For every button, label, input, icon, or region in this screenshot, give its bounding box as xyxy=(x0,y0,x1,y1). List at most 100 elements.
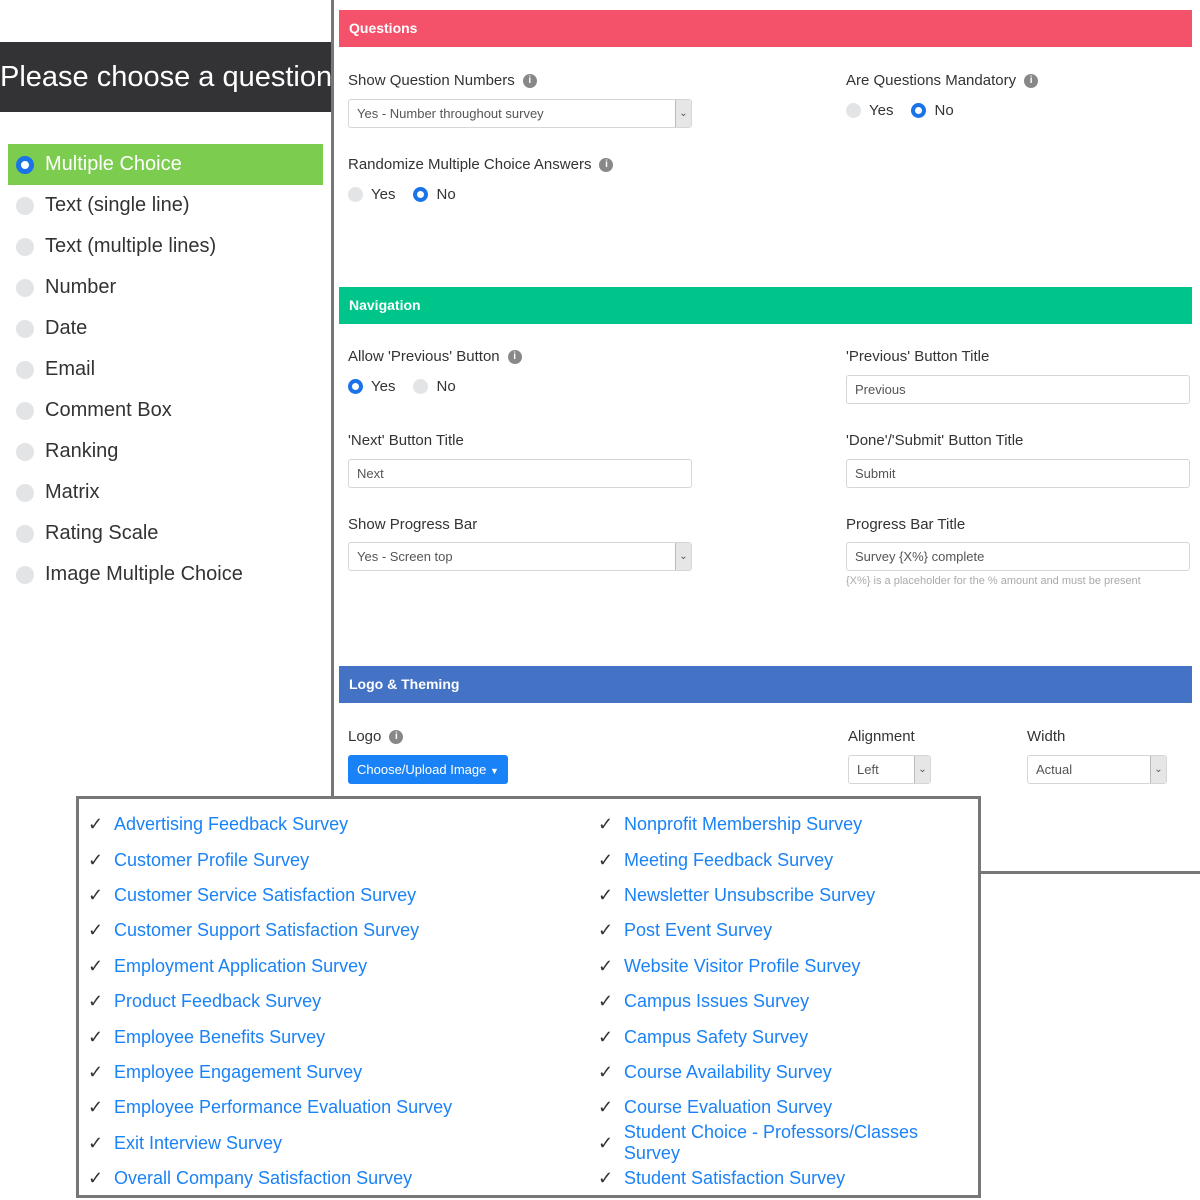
question-type-option[interactable]: Image Multiple Choice xyxy=(8,554,323,595)
info-icon[interactable]: i xyxy=(389,729,404,744)
allow-previous-label: Allow 'Previous' Button i xyxy=(348,348,522,365)
alignment-select[interactable]: Left ⌄ xyxy=(848,755,931,784)
radio-label: Yes xyxy=(371,186,396,203)
radio-button[interactable] xyxy=(16,483,34,502)
info-icon[interactable]: i xyxy=(1024,73,1039,88)
radio-label: No xyxy=(934,102,954,119)
template-link[interactable]: ✓ Campus Safety Survey xyxy=(598,1019,978,1054)
template-link[interactable]: ✓ Customer Service Satisfaction Survey xyxy=(88,878,452,913)
radio-no[interactable] xyxy=(911,103,927,118)
template-link[interactable]: ✓ Exit Interview Survey xyxy=(88,1126,452,1161)
template-link[interactable]: ✓ Course Evaluation Survey xyxy=(598,1090,978,1125)
radio-button[interactable] xyxy=(16,196,34,215)
info-icon[interactable]: i xyxy=(522,73,537,88)
question-type-option[interactable]: Matrix xyxy=(8,472,323,513)
check-icon: ✓ xyxy=(598,955,614,976)
template-name: Student Satisfaction Survey xyxy=(624,1168,846,1189)
template-link[interactable]: ✓ Product Feedback Survey xyxy=(88,984,452,1019)
template-link[interactable]: ✓ Customer Support Satisfaction Survey xyxy=(88,913,452,948)
question-type-option[interactable]: Number xyxy=(8,267,323,308)
done-title-input[interactable]: Submit xyxy=(846,459,1190,488)
option-label: Text (single line) xyxy=(45,194,190,216)
template-link[interactable]: ✓ Employee Benefits Survey xyxy=(88,1019,452,1054)
radio-button[interactable] xyxy=(16,237,34,256)
template-link[interactable]: ✓ Nonprofit Membership Survey xyxy=(598,807,978,842)
template-name: Post Event Survey xyxy=(624,920,773,941)
template-name: Meeting Feedback Survey xyxy=(624,849,834,870)
previous-title-input[interactable]: Previous xyxy=(846,375,1190,404)
label-text: Logo xyxy=(348,728,382,745)
radio-button[interactable] xyxy=(16,401,34,420)
option-label: Email xyxy=(45,358,96,380)
template-link[interactable]: ✓ Student Satisfaction Survey xyxy=(598,1161,978,1196)
choose-upload-image-button[interactable]: Choose/Upload Image ▼ xyxy=(348,755,508,784)
check-icon: ✓ xyxy=(88,1168,104,1189)
select-value: Yes - Screen top xyxy=(357,549,453,564)
question-type-option[interactable]: Date xyxy=(8,308,323,349)
panel-title: Please choose a question type xyxy=(0,42,332,112)
option-label: Image Multiple Choice xyxy=(45,563,243,585)
alignment-label: Alignment xyxy=(848,728,915,745)
template-link[interactable]: ✓ Course Availability Survey xyxy=(598,1055,978,1090)
width-select[interactable]: Actual ⌄ xyxy=(1027,755,1167,784)
template-link[interactable]: ✓ Overall Company Satisfaction Survey xyxy=(88,1161,452,1196)
check-icon: ✓ xyxy=(598,920,614,941)
template-name: Employment Application Survey xyxy=(114,955,368,976)
radio-no[interactable] xyxy=(413,379,429,394)
template-link[interactable]: ✓ Newsletter Unsubscribe Survey xyxy=(598,878,978,913)
previous-title-label: 'Previous' Button Title xyxy=(846,348,990,365)
radio-no[interactable] xyxy=(413,187,429,202)
question-type-option[interactable]: Email xyxy=(8,349,323,390)
check-icon: ✓ xyxy=(598,884,614,905)
template-link[interactable]: ✓ Employment Application Survey xyxy=(88,949,452,984)
template-list-right: ✓ Nonprofit Membership Survey ✓ Meeting Fee… xyxy=(598,807,978,1196)
radio-button[interactable] xyxy=(16,442,34,461)
radio-button[interactable] xyxy=(16,278,34,297)
question-type-option[interactable]: Comment Box xyxy=(8,390,323,431)
template-name: Newsletter Unsubscribe Survey xyxy=(624,884,876,905)
template-link[interactable]: ✓ Campus Issues Survey xyxy=(598,984,978,1019)
progress-title-input[interactable]: Survey {X%} complete xyxy=(846,542,1190,571)
check-icon: ✓ xyxy=(88,991,104,1012)
survey-settings-panel: Questions Show Question Numbers i Yes - N… xyxy=(331,0,1200,874)
question-type-option[interactable]: Text (multiple lines) xyxy=(8,226,323,267)
info-icon[interactable]: i xyxy=(507,349,522,364)
option-label: Date xyxy=(45,317,88,339)
info-icon[interactable]: i xyxy=(599,157,614,172)
check-icon: ✓ xyxy=(598,1026,614,1047)
template-link[interactable]: ✓ Website Visitor Profile Survey xyxy=(598,949,978,984)
check-icon: ✓ xyxy=(598,849,614,870)
radio-yes[interactable] xyxy=(348,379,363,394)
radio-button[interactable] xyxy=(16,360,34,379)
template-link[interactable]: ✓ Post Event Survey xyxy=(598,913,978,948)
template-link[interactable]: ✓ Employee Engagement Survey xyxy=(88,1055,452,1090)
check-icon: ✓ xyxy=(88,955,104,976)
question-type-option[interactable]: Rating Scale xyxy=(8,513,323,554)
template-name: Campus Safety Survey xyxy=(624,1026,809,1047)
template-link[interactable]: ✓ Employee Performance Evaluation Survey xyxy=(88,1090,452,1125)
question-type-option[interactable]: Ranking xyxy=(8,431,323,472)
next-title-input[interactable]: Next xyxy=(348,459,692,488)
template-link[interactable]: ✓ Customer Profile Survey xyxy=(88,842,452,877)
check-icon: ✓ xyxy=(88,814,104,835)
question-type-option[interactable]: Text (single line) xyxy=(8,185,323,226)
template-link[interactable]: ✓ Meeting Feedback Survey xyxy=(598,842,978,877)
radio-button[interactable] xyxy=(16,319,34,338)
template-link[interactable]: ✓ Advertising Feedback Survey xyxy=(88,807,452,842)
show-question-numbers-select[interactable]: Yes - Number throughout survey ⌄ xyxy=(348,99,692,128)
radio-yes[interactable] xyxy=(846,103,861,118)
chevron-down-icon: ⌄ xyxy=(1150,756,1166,783)
radio-button[interactable] xyxy=(16,524,34,543)
label-text: Randomize Multiple Choice Answers xyxy=(348,156,592,173)
template-name: Customer Support Satisfaction Survey xyxy=(114,920,420,941)
questions-section-header: Questions xyxy=(339,10,1192,47)
template-name: Advertising Feedback Survey xyxy=(114,814,349,835)
radio-button[interactable] xyxy=(16,565,34,584)
radio-button[interactable] xyxy=(16,155,34,174)
radio-yes[interactable] xyxy=(348,187,363,202)
template-link[interactable]: ✓ Student Choice - Professors/Classes Sur… xyxy=(598,1122,978,1163)
progress-title-label: Progress Bar Title xyxy=(846,516,966,533)
question-type-option[interactable]: Multiple Choice xyxy=(8,144,323,185)
option-label: Matrix xyxy=(45,481,100,503)
show-progress-select[interactable]: Yes - Screen top ⌄ xyxy=(348,542,692,571)
